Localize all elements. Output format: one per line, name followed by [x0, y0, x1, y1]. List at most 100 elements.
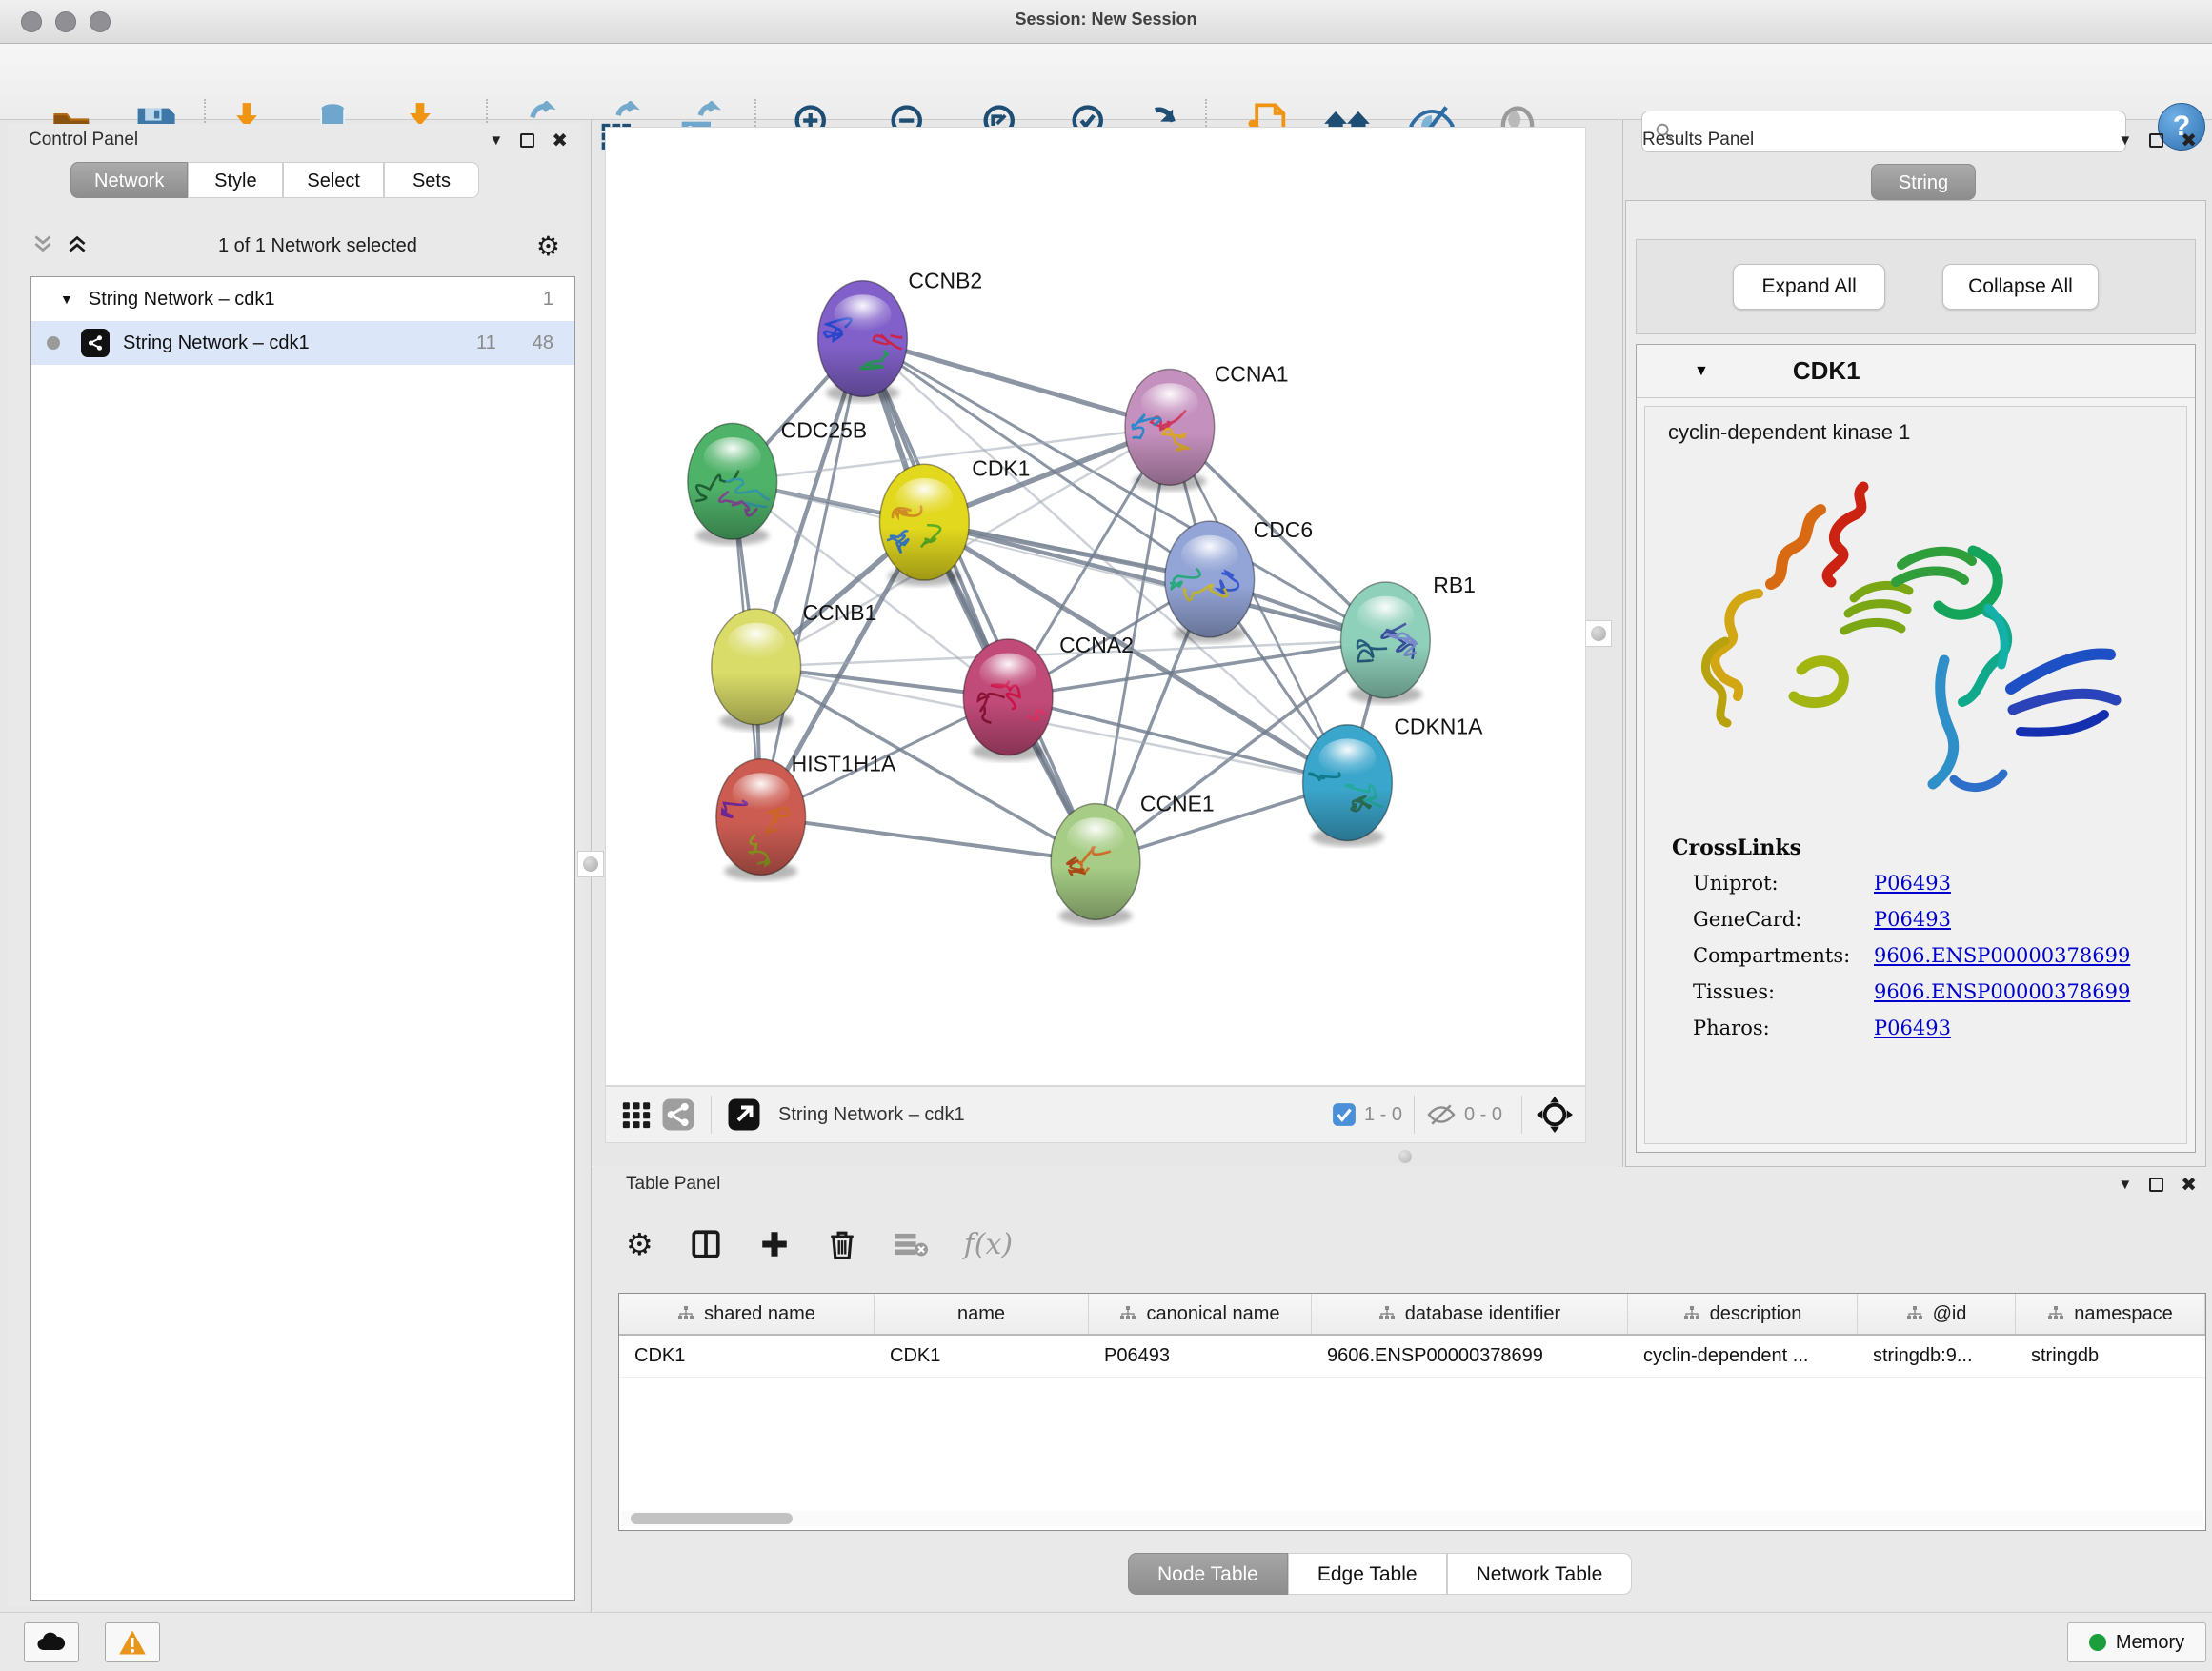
table-cell: cyclin-dependent ...: [1628, 1336, 1858, 1377]
control-panel-float-icon[interactable]: [520, 133, 534, 148]
crosslink-genecard-link[interactable]: P06493: [1874, 908, 1951, 931]
tab-edge-table[interactable]: Edge Table: [1288, 1553, 1447, 1595]
expand-all-button[interactable]: Expand All: [1733, 264, 1885, 310]
column-header-canonical-name[interactable]: canonical name: [1089, 1294, 1312, 1334]
results-panel-menu-icon[interactable]: ▼: [2118, 132, 2132, 149]
crosslink-tissues-link[interactable]: 9606.ENSP00000378699: [1874, 980, 2130, 1003]
tab-node-table[interactable]: Node Table: [1128, 1553, 1288, 1595]
network-selection-status: 1 of 1 Network selected: [99, 235, 536, 257]
network-collection-row[interactable]: ▼ String Network – cdk1 1: [31, 277, 574, 321]
open-in-new-window-icon[interactable]: [723, 1096, 765, 1134]
network-tree: ▼ String Network – cdk1 1 String Network…: [30, 276, 575, 1601]
network-type-icon: [81, 329, 110, 357]
control-panel-close-icon[interactable]: ✖: [552, 129, 568, 152]
horizontal-splitter-handle[interactable]: [1398, 1150, 1412, 1163]
protein-structure-image: [1659, 451, 2173, 832]
network-node-HIST1H1A[interactable]: [703, 759, 806, 881]
collapse-all-button[interactable]: Collapse All: [1942, 264, 2099, 310]
crosslink-pharos-link[interactable]: P06493: [1874, 1017, 1951, 1039]
titlebar: Session: New Session: [0, 0, 2212, 44]
column-header-database-identifier[interactable]: database identifier: [1312, 1294, 1628, 1334]
crosslink-uniprot-link[interactable]: P06493: [1874, 872, 1951, 895]
expand-all-networks-icon[interactable]: [65, 232, 90, 261]
fit-selected-crosshair-icon[interactable]: [1534, 1096, 1576, 1134]
function-builder-icon[interactable]: f(x): [964, 1228, 1013, 1261]
left-splitter-handle[interactable]: [577, 851, 604, 877]
table-cell: stringdb: [2016, 1336, 2205, 1377]
column-header-namespace[interactable]: namespace: [2016, 1294, 2205, 1334]
network-node-CCNB2[interactable]: [818, 281, 914, 403]
network-row-selected[interactable]: String Network – cdk1 11 48: [31, 321, 574, 365]
table-cell: 9606.ENSP00000378699: [1312, 1336, 1628, 1377]
network-node-RB1[interactable]: [1340, 582, 1430, 704]
column-header--id[interactable]: @id: [1858, 1294, 2016, 1334]
crosslinks-title: CrossLinks: [1672, 836, 2186, 860]
network-node-CDKN1A[interactable]: [1295, 725, 1393, 847]
network-node-CDC25B[interactable]: [681, 423, 778, 545]
network-node-CCNB1[interactable]: [712, 609, 801, 731]
gene-name: CDK1: [1793, 356, 1860, 386]
tab-network-table[interactable]: Network Table: [1447, 1553, 1633, 1595]
gene-section-expand-icon[interactable]: ▼: [1694, 363, 1709, 380]
table-panel-float-icon[interactable]: [2149, 1178, 2163, 1192]
shared-column-icon: [1906, 1306, 1923, 1321]
memory-status-dot: [2089, 1634, 2106, 1651]
status-bar: Memory: [0, 1612, 2212, 1671]
create-column-plus-icon[interactable]: [758, 1228, 791, 1260]
memory-label: Memory: [2116, 1632, 2184, 1654]
network-view-footer: String Network – cdk1 1 - 0 0 - 0: [605, 1086, 1586, 1143]
window-title: Session: New Session: [0, 10, 2212, 30]
table-panel-close-icon[interactable]: ✖: [2181, 1173, 2197, 1197]
network-canvas[interactable]: CCNB2CCNA1CDC25BCDK1CDC6RB1CCNB1CCNA2CDK…: [605, 127, 1586, 1086]
results-panel-close-icon[interactable]: ✖: [2181, 129, 2197, 152]
tab-network[interactable]: Network: [70, 162, 188, 198]
crosslink-compartments-link[interactable]: 9606.ENSP00000378699: [1874, 944, 2130, 967]
table-panel-menu-icon[interactable]: ▼: [2118, 1177, 2132, 1193]
column-header-description[interactable]: description: [1628, 1294, 1858, 1334]
scrollbar-thumb[interactable]: [631, 1513, 793, 1524]
network-node-CCNE1[interactable]: [1051, 804, 1140, 926]
table-cell: stringdb:9...: [1858, 1336, 2016, 1377]
tab-style[interactable]: Style: [188, 162, 283, 198]
control-panel-tabs: Network Style Select Sets: [70, 162, 479, 198]
network-options-gear-icon[interactable]: ⚙: [536, 231, 560, 262]
control-panel-menu-icon[interactable]: ▼: [489, 132, 503, 149]
show-columns-icon[interactable]: [690, 1228, 722, 1260]
shared-column-icon: [1683, 1306, 1700, 1321]
crosslink-label: Compartments:: [1693, 944, 1874, 967]
network-graph[interactable]: CCNB2CCNA1CDC25BCDK1CDC6RB1CCNB1CCNA2CDK…: [606, 128, 1585, 1085]
cloud-status-icon[interactable]: [24, 1622, 79, 1662]
tab-sets[interactable]: Sets: [384, 162, 479, 198]
column-header-shared-name[interactable]: shared name: [619, 1294, 875, 1334]
tab-select[interactable]: Select: [283, 162, 384, 198]
node-label-CDC25B: CDC25B: [781, 417, 868, 442]
network-node-CCNA2[interactable]: [963, 639, 1064, 761]
table-tabs: Node Table Edge Table Network Table: [1128, 1553, 1632, 1595]
selected-counts: 1 - 0: [1364, 1104, 1402, 1126]
hidden-eye-slash-icon[interactable]: [1426, 1102, 1457, 1127]
selected-checkbox-icon[interactable]: [1332, 1102, 1357, 1127]
shared-column-icon: [1119, 1306, 1136, 1321]
warnings-icon[interactable]: [105, 1622, 160, 1662]
table-panel-title: Table Panel: [626, 1174, 720, 1195]
table-row[interactable]: CDK1CDK1P064939606.ENSP00000378699cyclin…: [619, 1336, 2205, 1378]
results-panel-float-icon[interactable]: [2149, 133, 2163, 148]
tab-string[interactable]: String: [1871, 164, 1976, 200]
collection-expand-icon[interactable]: ▼: [60, 292, 73, 307]
column-header-name[interactable]: name: [875, 1294, 1089, 1334]
table-cell: CDK1: [875, 1336, 1089, 1377]
delete-table-icon[interactable]: [894, 1230, 928, 1258]
node-label-CCNA1: CCNA1: [1215, 361, 1289, 386]
memory-button[interactable]: Memory: [2067, 1622, 2206, 1662]
birds-eye-grid-icon[interactable]: [615, 1096, 657, 1134]
network-label: String Network – cdk1: [123, 332, 310, 354]
table-options-gear-icon[interactable]: ⚙: [626, 1226, 654, 1262]
delete-column-trash-icon[interactable]: [827, 1228, 857, 1260]
shared-column-icon: [1378, 1306, 1396, 1321]
collapse-all-networks-icon[interactable]: [30, 232, 55, 261]
network-node-CCNA1[interactable]: [1125, 369, 1215, 491]
right-splitter-handle[interactable]: [1585, 620, 1612, 647]
table-horizontal-scrollbar[interactable]: [621, 1511, 2203, 1526]
collection-count: 1: [543, 289, 553, 311]
network-share-icon[interactable]: [657, 1096, 699, 1134]
